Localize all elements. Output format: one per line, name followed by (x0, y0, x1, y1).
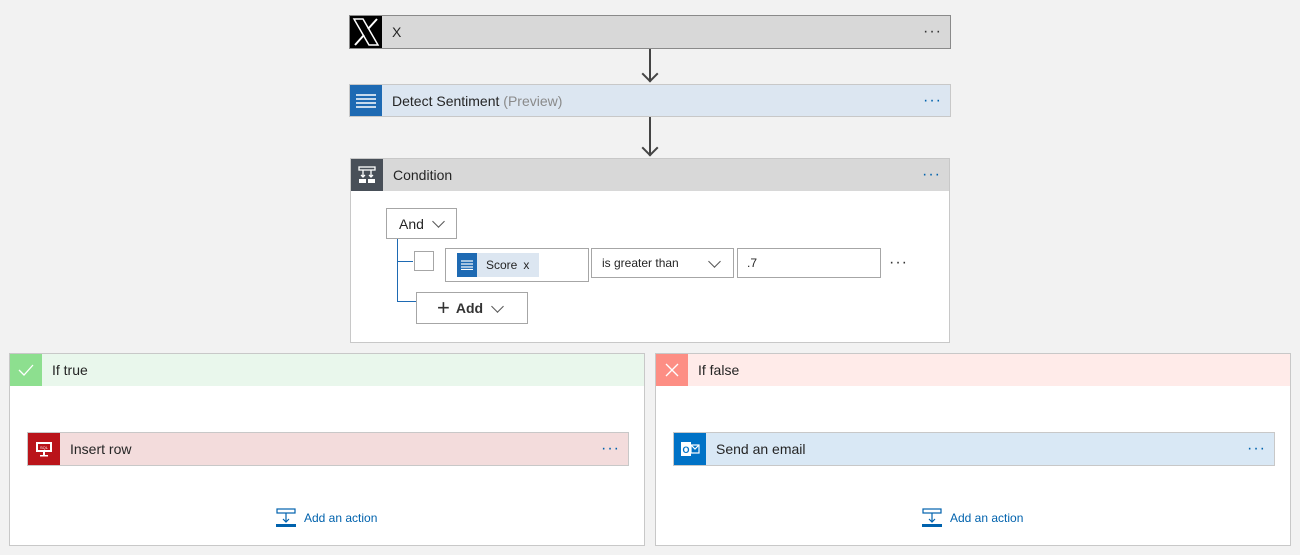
if-true-branch: If true SQL Insert row ··· Add an action (9, 353, 645, 546)
preview-tag: (Preview) (503, 92, 563, 109)
text-lines-icon (457, 253, 477, 277)
add-action-icon (922, 508, 942, 527)
more-options-button[interactable]: ··· (1247, 440, 1266, 458)
add-action-label: Add an action (304, 511, 378, 525)
chevron-down-icon (708, 254, 721, 268)
value-text: .7 (747, 256, 758, 270)
action-title: Insert row (70, 441, 132, 457)
action-title: Send an email (716, 441, 806, 457)
condition-icon (351, 159, 383, 191)
insert-row-action[interactable]: SQL Insert row ··· (27, 432, 629, 466)
if-false-branch: If false O Send an email ··· Add an acti… (655, 353, 1291, 546)
plus-icon: + (437, 295, 450, 320)
outlook-icon: O (674, 433, 706, 465)
group-operator-value: And (399, 215, 424, 232)
action-title: Detect Sentiment (392, 92, 500, 109)
token-label: Score (486, 258, 518, 272)
detect-sentiment-card[interactable]: Detect Sentiment (Preview) ··· (349, 84, 951, 117)
add-an-action-button[interactable]: Add an action (922, 508, 1023, 528)
operator-value: is greater than (602, 256, 679, 270)
trigger-title: X (392, 24, 402, 40)
trigger-card-x[interactable]: X ··· (349, 15, 951, 49)
connector-arrowhead (641, 139, 659, 157)
left-operand-field[interactable]: Score x (445, 248, 589, 282)
more-options-button[interactable]: ··· (923, 92, 942, 110)
more-options-button[interactable]: ··· (601, 440, 620, 458)
condition-title: Condition (393, 167, 453, 183)
row-checkbox[interactable] (414, 251, 434, 271)
value-input[interactable]: .7 (737, 248, 881, 278)
add-an-action-button[interactable]: Add an action (276, 508, 377, 528)
row-more-options-button[interactable]: ··· (889, 254, 908, 272)
more-options-button[interactable]: ··· (922, 166, 941, 184)
remove-token-button[interactable]: x (523, 258, 529, 272)
add-action-icon (276, 508, 296, 527)
sql-icon: SQL (28, 433, 60, 465)
tree-line (397, 239, 398, 301)
send-email-action[interactable]: O Send an email ··· (673, 432, 1275, 466)
add-action-label: Add an action (950, 511, 1024, 525)
more-options-button[interactable]: ··· (923, 23, 942, 41)
text-lines-icon (350, 85, 382, 116)
branch-title: If false (698, 362, 740, 378)
add-condition-button[interactable]: + Add (416, 292, 528, 324)
branch-title: If true (52, 362, 88, 378)
chevron-down-icon (491, 299, 504, 313)
checkmark-icon (10, 354, 42, 386)
svg-text:O: O (682, 445, 689, 455)
connector-arrowhead (641, 65, 659, 83)
svg-text:SQL: SQL (40, 445, 49, 450)
chevron-down-icon (432, 215, 445, 228)
tree-line (397, 301, 417, 302)
group-operator-dropdown[interactable]: And (386, 208, 457, 239)
score-token[interactable]: Score x (457, 253, 540, 277)
x-logo-icon (350, 16, 382, 48)
close-icon (656, 354, 688, 386)
operator-dropdown[interactable]: is greater than (591, 248, 734, 278)
tree-line (397, 261, 413, 262)
add-label: Add (455, 300, 484, 316)
